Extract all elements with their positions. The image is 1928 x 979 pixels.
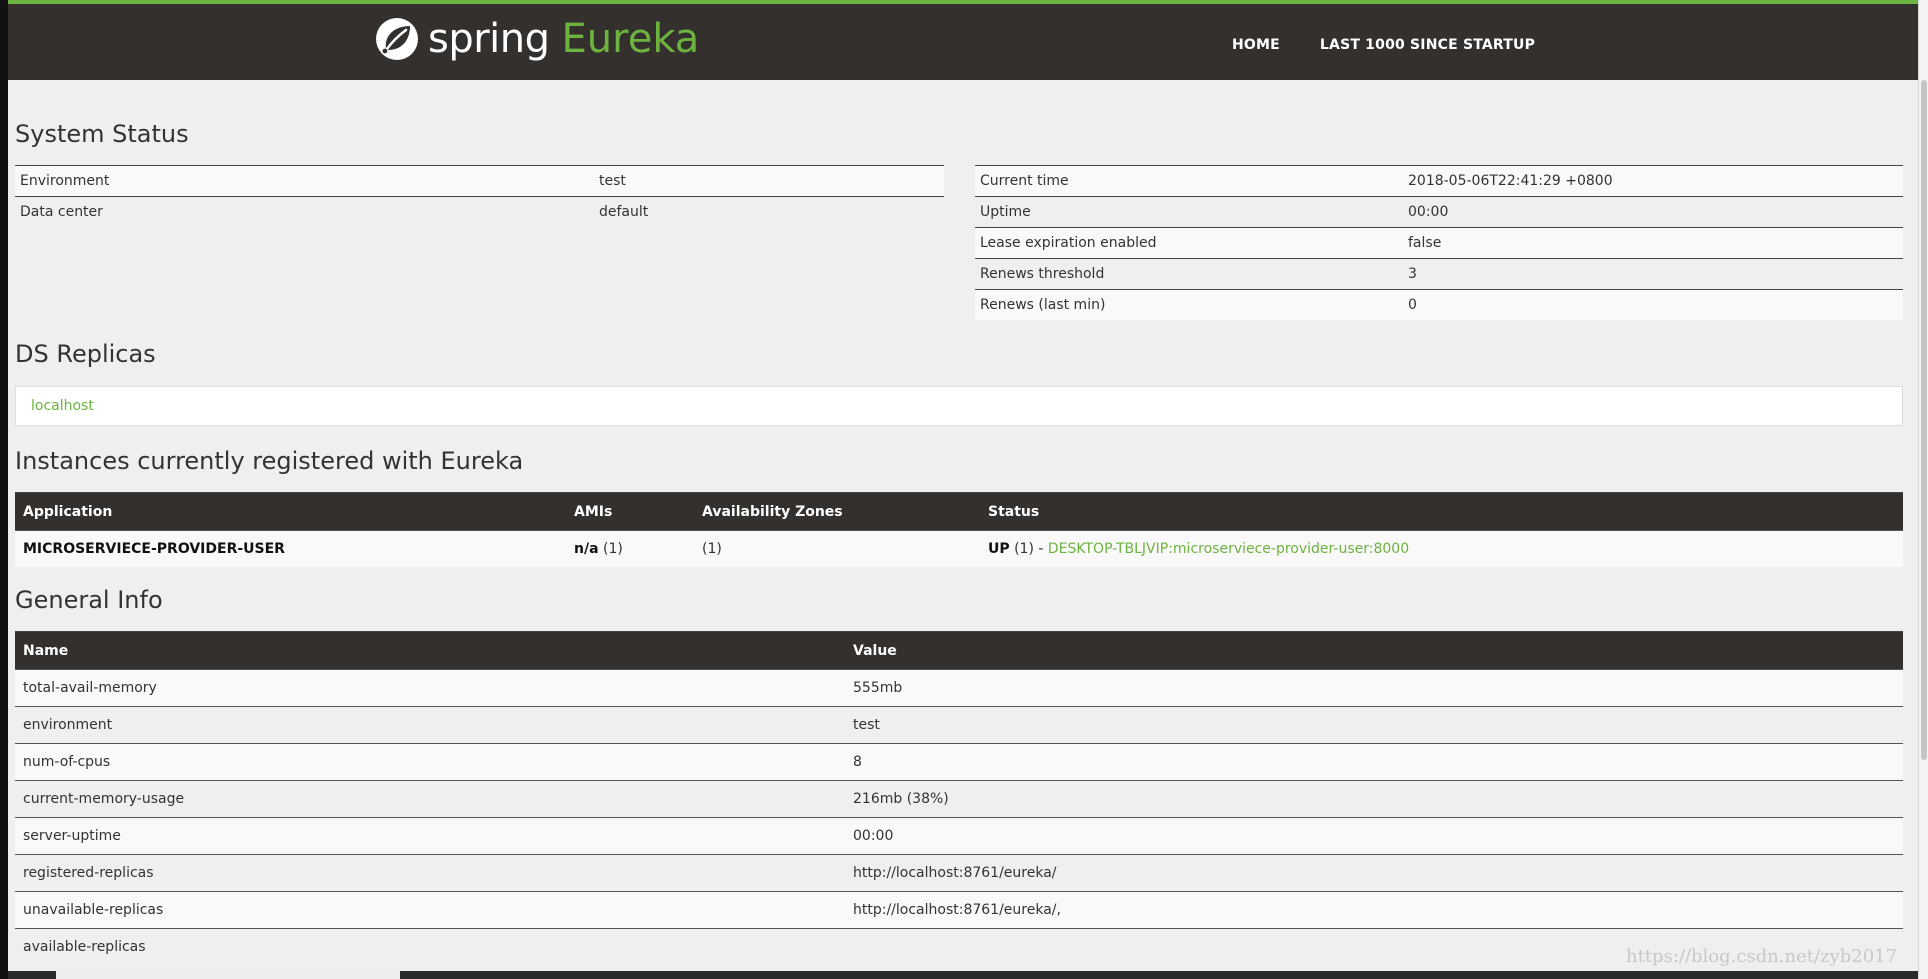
instance-status: UP (1) - DESKTOP-TBLJVIP:microserviece-p… bbox=[980, 530, 1903, 567]
status-row: Current time 2018-05-06T22:41:29 +0800 bbox=[975, 165, 1903, 197]
instance-link[interactable]: DESKTOP-TBLJVIP:microserviece-provider-u… bbox=[1048, 541, 1409, 557]
info-value: http://localhost:8761/eureka/, bbox=[845, 891, 1903, 929]
window-edge-left bbox=[0, 0, 8, 979]
taskbar-tab[interactable] bbox=[56, 971, 400, 979]
info-name: available-replicas bbox=[15, 928, 845, 965]
column-header-name: Name bbox=[15, 631, 845, 670]
status-row: Renews threshold 3 bbox=[975, 258, 1903, 290]
instances-header-row: Application AMIs Availability Zones Stat… bbox=[15, 492, 1903, 531]
system-status-right-table: Current time 2018-05-06T22:41:29 +0800 U… bbox=[975, 165, 1903, 320]
info-name: server-uptime bbox=[15, 817, 845, 855]
instance-zones: (1) bbox=[694, 530, 980, 567]
status-label: Current time bbox=[975, 165, 1403, 197]
general-info-header-row: Name Value bbox=[15, 631, 1903, 670]
table-row: current-memory-usage 216mb (38%) bbox=[15, 780, 1903, 818]
info-name: unavailable-replicas bbox=[15, 891, 845, 929]
system-status-left-table: Environment test Data center default bbox=[15, 165, 944, 227]
table-row: server-uptime 00:00 bbox=[15, 817, 1903, 855]
table-row: unavailable-replicas http://localhost:87… bbox=[15, 891, 1903, 929]
status-value: 00:00 bbox=[1403, 196, 1903, 228]
main-nav: HOME LAST 1000 SINCE STARTUP bbox=[1232, 37, 1535, 53]
column-header-zones: Availability Zones bbox=[694, 492, 980, 531]
status-value: 2018-05-06T22:41:29 +0800 bbox=[1403, 165, 1903, 197]
status-label: Lease expiration enabled bbox=[975, 227, 1403, 259]
table-row: num-of-cpus 8 bbox=[15, 743, 1903, 781]
info-name: num-of-cpus bbox=[15, 743, 845, 781]
info-name: current-memory-usage bbox=[15, 780, 845, 818]
info-value: 8 bbox=[845, 743, 1903, 781]
status-label: Environment bbox=[15, 165, 594, 197]
instances-table: Application AMIs Availability Zones Stat… bbox=[15, 492, 1903, 567]
info-name: environment bbox=[15, 706, 845, 744]
column-header-value: Value bbox=[845, 631, 1903, 670]
ds-replicas-list: localhost bbox=[15, 386, 1903, 426]
status-label: Renews (last min) bbox=[975, 289, 1403, 320]
table-row: environment test bbox=[15, 706, 1903, 744]
general-info-table: Name Value total-avail-memory 555mb envi… bbox=[15, 631, 1903, 965]
status-label: Data center bbox=[15, 196, 594, 227]
info-value: 216mb (38%) bbox=[845, 780, 1903, 818]
brand-logo[interactable]: spring Eureka bbox=[374, 14, 699, 64]
status-label: Renews threshold bbox=[975, 258, 1403, 290]
table-row: total-avail-memory 555mb bbox=[15, 669, 1903, 707]
amis-count: (1) bbox=[602, 541, 623, 557]
scrollbar-thumb[interactable] bbox=[1921, 80, 1927, 760]
nav-last-1000[interactable]: LAST 1000 SINCE STARTUP bbox=[1320, 37, 1535, 53]
status-label: Uptime bbox=[975, 196, 1403, 228]
status-row: Lease expiration enabled false bbox=[975, 227, 1903, 259]
table-row: MICROSERVIECE-PROVIDER-USER n/a (1) (1) … bbox=[15, 530, 1903, 567]
amis-label: n/a bbox=[574, 541, 599, 557]
status-row: Data center default bbox=[15, 196, 944, 227]
info-value: 00:00 bbox=[845, 817, 1903, 855]
status-value: default bbox=[594, 196, 944, 227]
watermark: https://blog.csdn.net/zyb2017 bbox=[1626, 946, 1898, 967]
ds-replicas-title: DS Replicas bbox=[15, 340, 156, 368]
brand-eureka-text: Eureka bbox=[561, 16, 700, 62]
status-row: Renews (last min) 0 bbox=[975, 289, 1903, 320]
column-header-amis: AMIs bbox=[566, 492, 694, 531]
status-row: Uptime 00:00 bbox=[975, 196, 1903, 228]
table-row: available-replicas bbox=[15, 928, 1903, 965]
table-row: registered-replicas http://localhost:876… bbox=[15, 854, 1903, 892]
status-count: (1) - bbox=[1014, 541, 1044, 557]
info-value: test bbox=[845, 706, 1903, 744]
instances-title: Instances currently registered with Eure… bbox=[15, 447, 524, 475]
top-navbar: spring Eureka HOME LAST 1000 SINCE START… bbox=[8, 0, 1918, 80]
info-name: registered-replicas bbox=[15, 854, 845, 892]
replica-link[interactable]: localhost bbox=[31, 398, 94, 414]
status-row: Environment test bbox=[15, 165, 944, 197]
status-value: 3 bbox=[1403, 258, 1903, 290]
general-info-title: General Info bbox=[15, 586, 163, 614]
instance-application: MICROSERVIECE-PROVIDER-USER bbox=[15, 530, 566, 567]
brand-spring-text: spring bbox=[428, 16, 550, 62]
status-value: test bbox=[594, 165, 944, 197]
instance-amis: n/a (1) bbox=[566, 530, 694, 567]
spring-leaf-icon bbox=[376, 18, 418, 60]
nav-home[interactable]: HOME bbox=[1232, 37, 1280, 53]
status-label: UP bbox=[988, 541, 1010, 557]
info-name: total-avail-memory bbox=[15, 669, 845, 707]
system-status-title: System Status bbox=[15, 120, 189, 148]
status-value: 0 bbox=[1403, 289, 1903, 320]
column-header-status: Status bbox=[980, 492, 1903, 531]
info-value: 555mb bbox=[845, 669, 1903, 707]
status-value: false bbox=[1403, 227, 1903, 259]
info-value: http://localhost:8761/eureka/ bbox=[845, 854, 1903, 892]
column-header-application: Application bbox=[15, 492, 566, 531]
